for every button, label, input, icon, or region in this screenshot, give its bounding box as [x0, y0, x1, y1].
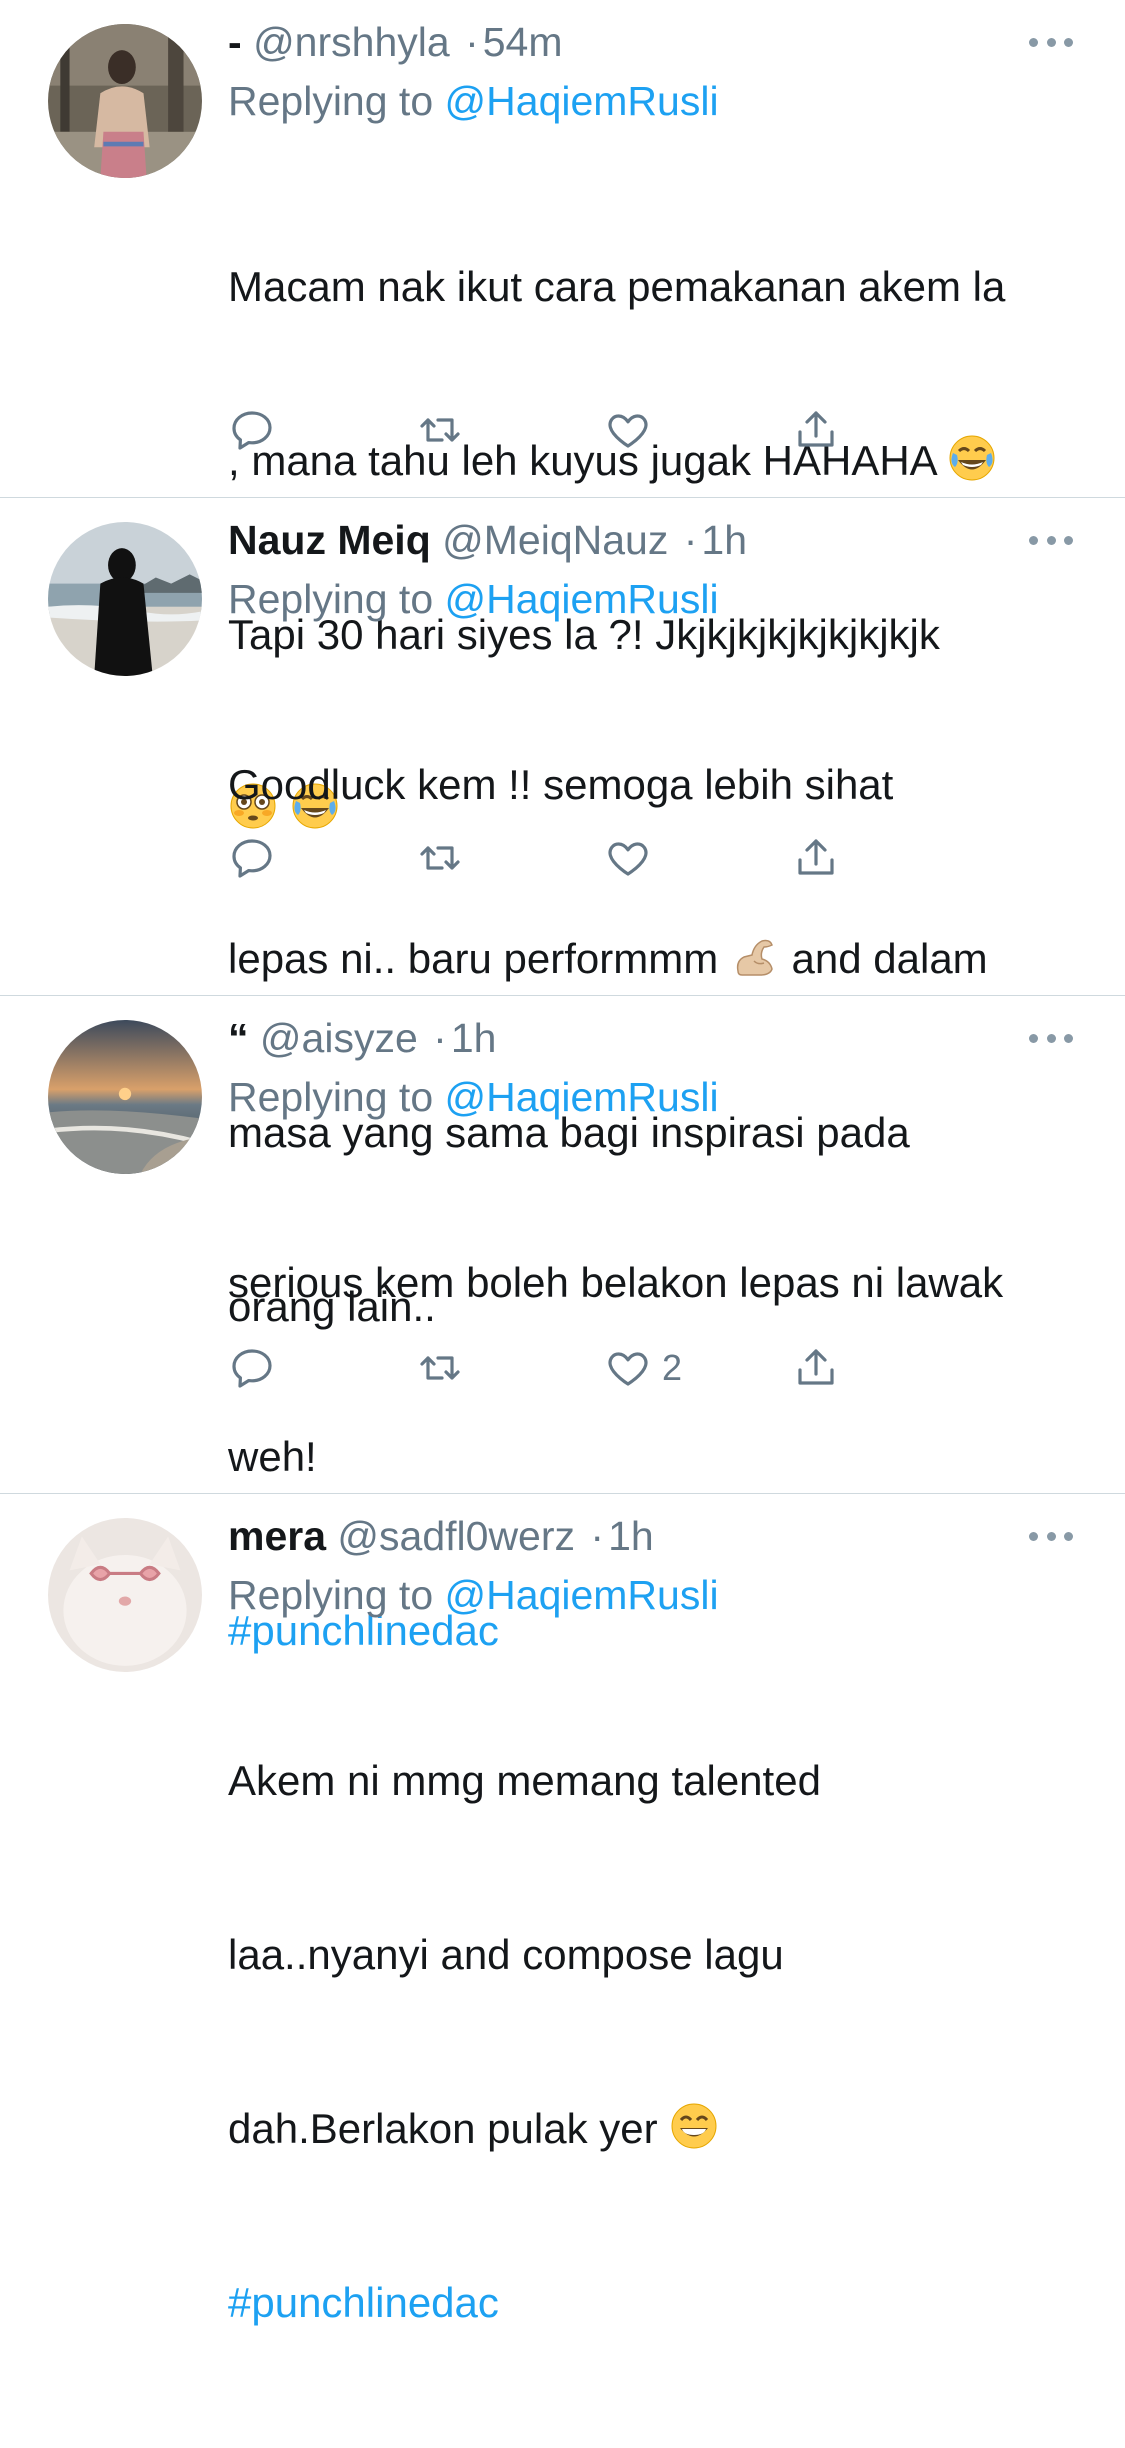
separator: ·	[465, 19, 479, 65]
timestamp[interactable]: 1h	[608, 1513, 654, 1559]
more-dots-icon[interactable]	[1029, 1030, 1073, 1046]
text-line: weh!	[228, 1433, 317, 1480]
tweet[interactable]: - @nrshhyla ·54m Replying to @HaqiemRusl…	[0, 0, 1125, 829]
separator: ·	[590, 1513, 605, 1559]
tweet-header: “ @aisyze ·1h	[228, 1008, 1069, 1068]
share-icon[interactable]	[792, 402, 840, 458]
text-line: Macam nak ikut cara pemakanan akem la	[228, 263, 1006, 310]
display-name[interactable]: “	[228, 1015, 249, 1061]
replying-to: Replying to @HaqiemRusli	[228, 1566, 1069, 1624]
timestamp[interactable]: 1h	[701, 517, 747, 563]
avatar-image	[48, 522, 202, 676]
text-line: serious kem boleh belakon lepas ni lawak	[228, 1259, 1004, 1306]
heart-icon[interactable]: 2	[604, 1340, 682, 1396]
action-bar	[228, 830, 988, 886]
handle[interactable]: @MeiqNauz	[442, 517, 668, 563]
flexed-biceps-icon	[730, 931, 780, 981]
heart-icon[interactable]	[604, 830, 662, 886]
retweet-icon[interactable]	[416, 1340, 464, 1396]
replying-prefix: Replying to	[228, 1074, 434, 1120]
tweet-header: Nauz Meiq @MeiqNauz ·1h	[228, 510, 1069, 570]
mention-link[interactable]: @HaqiemRusli	[445, 1572, 719, 1618]
tweet-header: - @nrshhyla ·54m	[228, 12, 1069, 72]
replying-prefix: Replying to	[228, 78, 434, 124]
heart-icon[interactable]	[604, 402, 662, 458]
more-dots-icon[interactable]	[1029, 34, 1073, 50]
avatar-image	[48, 1020, 202, 1174]
display-name[interactable]: mera	[228, 1513, 326, 1559]
replying-prefix: Replying to	[228, 1572, 434, 1618]
replying-prefix: Replying to	[228, 576, 434, 622]
avatar[interactable]	[48, 522, 202, 676]
retweet-icon[interactable]	[416, 830, 464, 886]
display-name[interactable]: -	[228, 19, 242, 65]
tweet[interactable]: Nauz Meiq @MeiqNauz ·1h Replying to @Haq…	[0, 498, 1125, 1330]
text-line: Akem ni mmg memang talented	[228, 1757, 821, 1804]
mention-link[interactable]: @HaqiemRusli	[445, 78, 719, 124]
share-icon[interactable]	[792, 830, 840, 886]
timestamp[interactable]: 1h	[451, 1015, 497, 1061]
reply-icon[interactable]	[228, 402, 276, 458]
avatar[interactable]	[48, 1020, 202, 1174]
retweet-icon[interactable]	[416, 402, 464, 458]
avatar[interactable]	[48, 1518, 202, 1672]
display-name[interactable]: Nauz Meiq	[228, 517, 431, 563]
share-icon[interactable]	[792, 1340, 840, 1396]
more-dots-icon[interactable]	[1029, 532, 1073, 548]
mention-link[interactable]: @HaqiemRusli	[445, 1074, 719, 1120]
more-dots-icon[interactable]	[1029, 1528, 1073, 1544]
like-count: 2	[662, 1347, 683, 1388]
avatar-image	[48, 24, 202, 178]
replying-to: Replying to @HaqiemRusli	[228, 1068, 1069, 1126]
mention-link[interactable]: @HaqiemRusli	[445, 576, 719, 622]
handle[interactable]: @nrshhyla	[253, 19, 450, 65]
reply-icon[interactable]	[228, 830, 276, 886]
handle[interactable]: @sadfl0werz	[337, 1513, 575, 1559]
tweet[interactable]: mera @sadfl0werz ·1h Replying to @Haqiem…	[0, 1494, 1125, 2326]
replying-to: Replying to @HaqiemRusli	[228, 570, 1069, 628]
timestamp[interactable]: 54m	[483, 19, 563, 65]
grinning-face-with-smiling-eyes-icon	[669, 2101, 719, 2151]
text-line: Goodluck kem !! semoga lebih sihat	[228, 761, 894, 808]
tweet[interactable]: “ @aisyze ·1h Replying to @HaqiemRusli s…	[0, 996, 1125, 1654]
avatar-image	[48, 1518, 202, 1672]
text-line: dah.Berlakon pulak yer	[228, 2100, 1069, 2158]
replying-to: Replying to @HaqiemRusli	[228, 72, 1069, 130]
tweet-text: Akem ni mmg memang talented laa..nyanyi …	[228, 1636, 1069, 2448]
hashtag-link[interactable]: #punchlinedac	[228, 2274, 1069, 2332]
reply-feed: - @nrshhyla ·54m Replying to @HaqiemRusl…	[0, 0, 1125, 2326]
handle[interactable]: @aisyze	[260, 1015, 418, 1061]
action-bar	[228, 402, 988, 458]
separator: ·	[683, 517, 698, 563]
separator: ·	[433, 1015, 447, 1061]
text-line: laa..nyanyi and compose lagu	[228, 1931, 784, 1978]
avatar[interactable]	[48, 24, 202, 178]
text-line: lepas ni.. baru performmm and dalam	[228, 930, 1069, 988]
tweet-header: mera @sadfl0werz ·1h	[228, 1506, 1069, 1566]
reply-icon[interactable]	[228, 1340, 276, 1396]
action-bar: 2	[228, 1340, 988, 1396]
